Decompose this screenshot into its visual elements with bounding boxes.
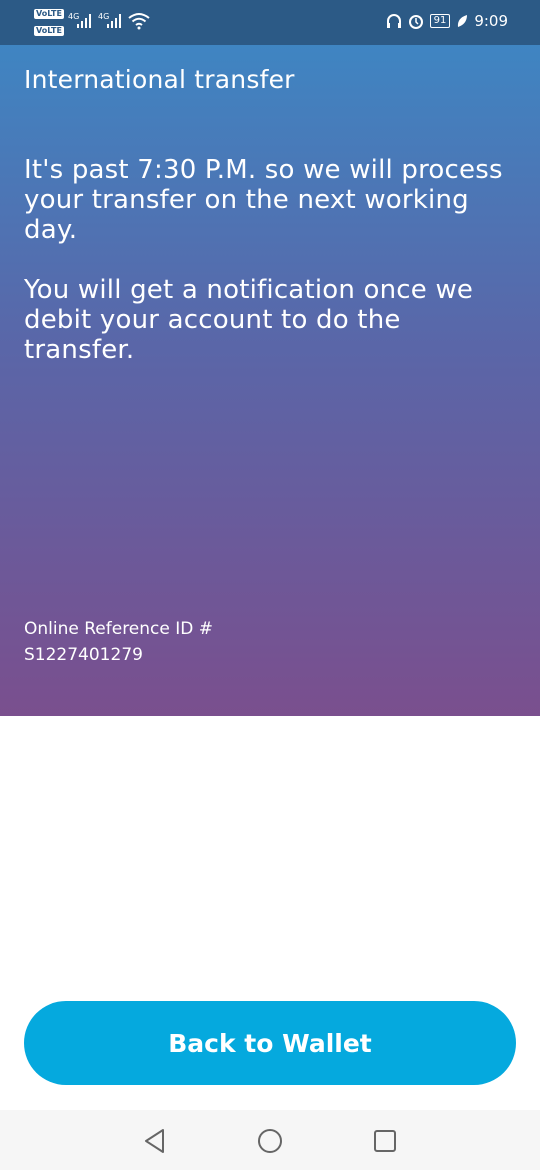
- signal-icon: [77, 14, 91, 28]
- volte-badge-2: VoLTE: [34, 26, 64, 36]
- page-title: International transfer: [24, 65, 295, 94]
- status-bar: VoLTE VoLTE 4G 4G 91 9:09: [0, 0, 540, 45]
- home-icon[interactable]: [255, 1126, 285, 1156]
- notification-message: You will get a notification once we debi…: [24, 275, 474, 365]
- hero-panel: International transfer It's past 7:30 P.…: [0, 45, 540, 716]
- signal-icon-2: [107, 14, 121, 28]
- navigation-bar: [0, 1110, 540, 1170]
- back-icon[interactable]: [140, 1126, 170, 1156]
- reference-value: S1227401279: [24, 645, 143, 665]
- headphones-icon: [386, 14, 401, 28]
- status-right-group: 91 9:09: [386, 12, 508, 30]
- wifi-icon: [128, 13, 150, 30]
- processing-message: It's past 7:30 P.M. so we will process y…: [24, 155, 503, 245]
- alarm-icon: [408, 15, 423, 29]
- recents-icon[interactable]: [370, 1126, 400, 1156]
- leaf-icon: [458, 15, 468, 27]
- status-time: 9:09: [474, 12, 508, 30]
- reference-label: Online Reference ID #: [24, 619, 214, 639]
- back-to-wallet-button[interactable]: Back to Wallet: [24, 1001, 516, 1085]
- volte-badge-1: VoLTE: [34, 9, 64, 19]
- battery-icon: 91: [429, 14, 451, 28]
